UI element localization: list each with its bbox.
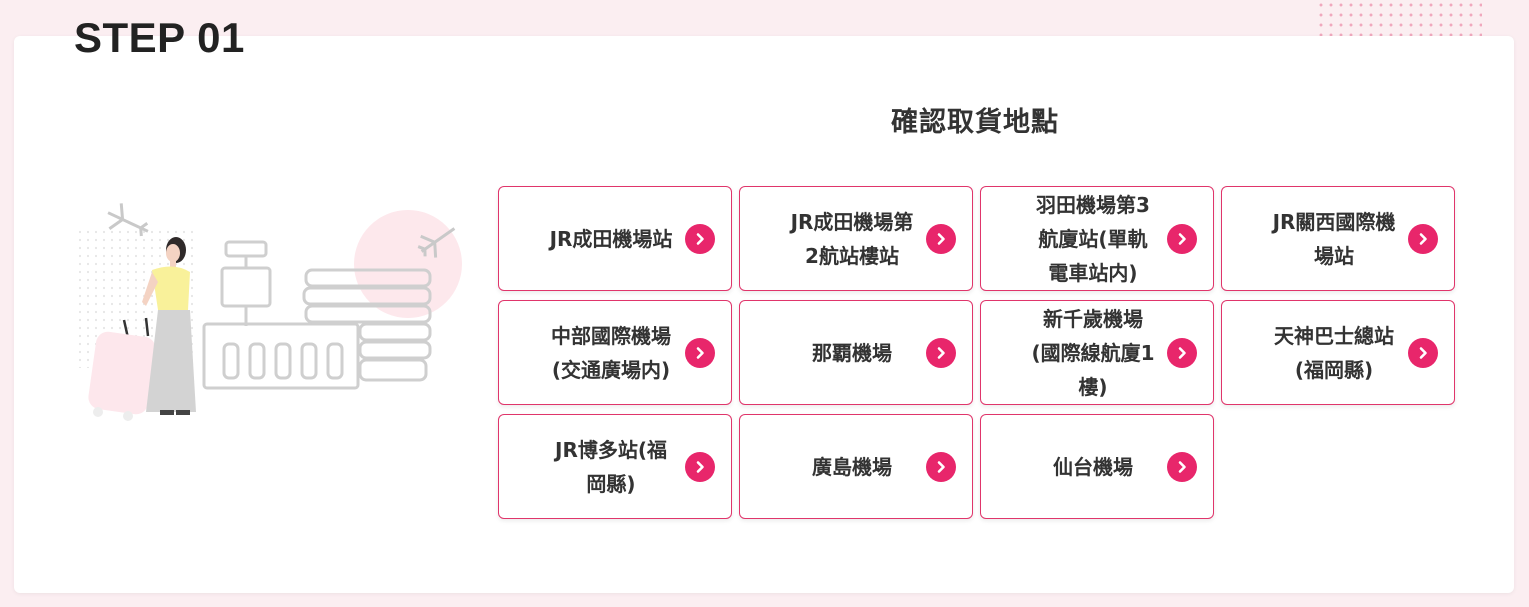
location-button-tenjin[interactable]: 天神巴士總站 (福岡縣)	[1221, 300, 1455, 405]
location-label: 新千歲機場(國際線航廈1樓)	[1031, 306, 1155, 399]
location-label: 中部國際機場(交通廣場内)	[551, 323, 671, 382]
chevron-right-icon	[1167, 337, 1197, 368]
location-label: 廣島機場	[812, 454, 892, 479]
location-button-naha[interactable]: 那覇機場	[739, 300, 973, 405]
location-button-narita-jr[interactable]: JR成田機場站	[498, 186, 732, 291]
location-button-hiroshima[interactable]: 廣島機場	[739, 414, 973, 519]
location-label: JR博多站(福岡縣)	[555, 437, 667, 496]
location-grid: JR成田機場站 JR成田機場第2航站樓站 羽田機場第3航廈站(單軌電車站内) J…	[498, 186, 1455, 519]
chevron-right-icon	[1167, 223, 1197, 254]
section-title: 確認取貨地點	[891, 107, 1059, 138]
location-label: 那覇機場	[812, 340, 892, 365]
chevron-right-icon	[1167, 451, 1197, 482]
location-label: JR成田機場站	[549, 226, 673, 251]
step-title: STEP 01	[74, 14, 245, 61]
location-button-kansai[interactable]: JR關西國際機場站	[1221, 186, 1455, 291]
location-button-chubu[interactable]: 中部國際機場(交通廣場内)	[498, 300, 732, 405]
chevron-right-icon	[685, 223, 715, 254]
location-button-new-chitose[interactable]: 新千歲機場(國際線航廈1樓)	[980, 300, 1214, 405]
chevron-right-icon	[1408, 337, 1438, 368]
chevron-right-icon	[1408, 223, 1438, 254]
location-label: JR成田機場第2航站樓站	[790, 209, 914, 268]
airport-illustration	[70, 198, 470, 427]
chevron-right-icon	[685, 337, 715, 368]
location-button-hakata[interactable]: JR博多站(福岡縣)	[498, 414, 732, 519]
location-label: 仙台機場	[1053, 454, 1133, 479]
chevron-right-icon	[926, 223, 956, 254]
location-label: JR關西國際機場站	[1272, 209, 1396, 268]
location-label: 羽田機場第3航廈站(單軌電車站内)	[1036, 192, 1150, 285]
chevron-right-icon	[926, 337, 956, 368]
location-label: 天神巴士總站 (福岡縣)	[1274, 323, 1394, 382]
decorative-dots	[1316, 0, 1482, 40]
location-button-haneda-t3[interactable]: 羽田機場第3航廈站(單軌電車站内)	[980, 186, 1214, 291]
chevron-right-icon	[685, 451, 715, 482]
chevron-right-icon	[926, 451, 956, 482]
pink-circle-decoration	[354, 210, 462, 318]
location-button-narita-t2[interactable]: JR成田機場第2航站樓站	[739, 186, 973, 291]
location-button-sendai[interactable]: 仙台機場	[980, 414, 1214, 519]
